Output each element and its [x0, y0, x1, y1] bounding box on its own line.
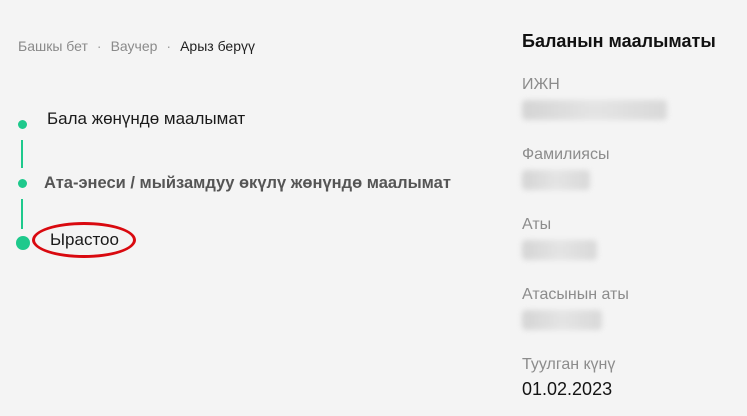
field-value-pin-redacted — [522, 100, 667, 120]
step-connector-1 — [21, 140, 23, 168]
step-parent-info[interactable]: Ата-энеси / мыйзамдуу өкүлү жөнүндө маал… — [44, 174, 451, 193]
step-dot-3-current — [16, 236, 30, 250]
field-value-name-redacted — [522, 240, 597, 260]
field-value-surname-redacted — [522, 170, 590, 190]
field-label-pin: ИЖН — [522, 76, 560, 93]
stepper: Бала жөнүндө маалымат Ата-энеси / мыйзам… — [0, 0, 500, 416]
child-info-panel: Баланын маалыматы ИЖН Фамилиясы Аты Атас… — [522, 0, 747, 416]
step-confirmation[interactable]: Ырастоо — [50, 230, 119, 250]
step-dot-2 — [18, 179, 27, 188]
panel-title: Баланын маалыматы — [522, 31, 716, 51]
field-label-name: Аты — [522, 216, 552, 233]
step-connector-2 — [21, 199, 23, 229]
field-value-patronymic-redacted — [522, 310, 602, 330]
field-label-patronymic: Атасынын аты — [522, 286, 629, 303]
step-child-info[interactable]: Бала жөнүндө маалымат — [47, 109, 245, 129]
field-label-surname: Фамилиясы — [522, 146, 610, 163]
step-dot-1 — [18, 120, 27, 129]
field-value-birthdate: 01.02.2023 — [522, 379, 613, 399]
field-label-birthdate: Туулган күнү — [522, 356, 616, 373]
